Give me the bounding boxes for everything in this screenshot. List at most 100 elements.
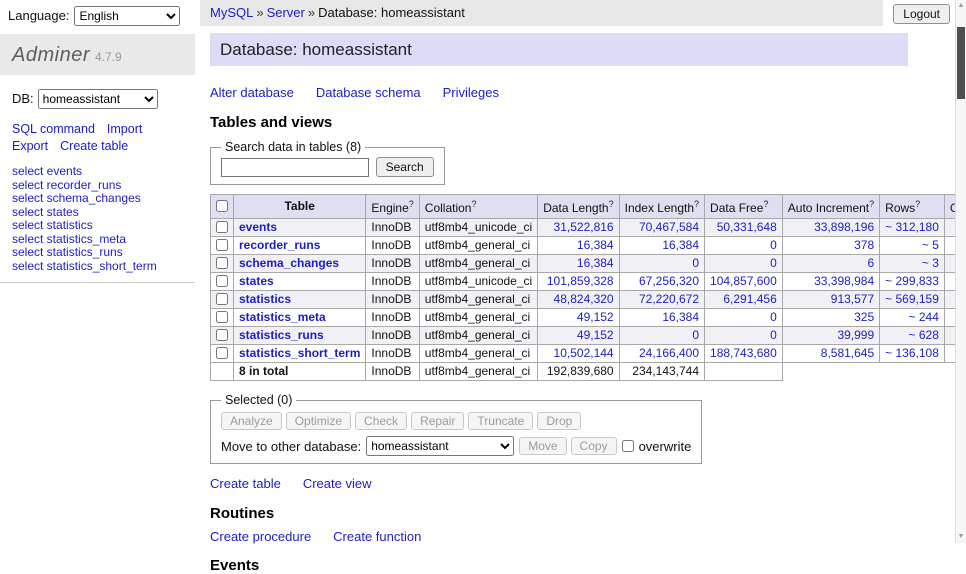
auto-increment-link[interactable]: 33,898,196 xyxy=(782,219,879,237)
sidebar-item-statistics-meta[interactable]: select statistics_meta xyxy=(12,233,183,247)
breadcrumb-mysql-link[interactable]: MySQL xyxy=(210,5,253,20)
data-free-link[interactable]: 104,857,600 xyxy=(705,273,783,291)
sidebar-item-schema-changes[interactable]: select schema_changes xyxy=(12,192,183,206)
rows-link[interactable]: ~ 299,833 xyxy=(880,273,945,291)
table-name-link[interactable]: recorder_runs xyxy=(234,237,366,255)
database-schema-link[interactable]: Database schema xyxy=(316,85,421,100)
data-length-link[interactable]: 10,502,144 xyxy=(538,345,619,363)
search-input[interactable] xyxy=(221,158,369,177)
auto-increment-link[interactable]: 325 xyxy=(782,309,879,327)
row-checkbox[interactable] xyxy=(216,221,228,233)
sidebar-item-states[interactable]: select states xyxy=(12,206,183,220)
rows-link[interactable]: ~ 3 xyxy=(880,255,945,273)
create-table-link[interactable]: Create table xyxy=(60,139,128,153)
auto-increment-link[interactable]: 39,999 xyxy=(782,327,879,345)
rows-link[interactable]: ~ 312,180 xyxy=(880,219,945,237)
data-length-help-link[interactable]: ? xyxy=(609,199,614,209)
create-view-link[interactable]: Create view xyxy=(303,476,372,491)
rows-link[interactable]: ~ 628 xyxy=(880,327,945,345)
data-free-link[interactable]: 0 xyxy=(705,255,783,273)
row-checkbox[interactable] xyxy=(216,239,228,251)
search-button[interactable]: Search xyxy=(376,157,434,177)
scroll-down-arrow[interactable]: ▼ xyxy=(956,531,966,543)
collation-help-link[interactable]: ? xyxy=(471,199,476,209)
data-length-link[interactable]: 31,522,816 xyxy=(538,219,619,237)
index-length-link[interactable]: 0 xyxy=(619,255,704,273)
data-free-link[interactable]: 6,291,456 xyxy=(705,291,783,309)
data-free-link[interactable]: 0 xyxy=(705,309,783,327)
logout-button[interactable]: Logout xyxy=(893,4,950,24)
auto-increment-help-link[interactable]: ? xyxy=(869,199,874,209)
create-table-link-main[interactable]: Create table xyxy=(210,476,281,491)
sidebar-item-recorder-runs[interactable]: select recorder_runs xyxy=(12,179,183,193)
index-length-link[interactable]: 0 xyxy=(619,327,704,345)
auto-increment-link[interactable]: 378 xyxy=(782,237,879,255)
sql-command-link[interactable]: SQL command xyxy=(12,122,95,136)
index-length-help-link[interactable]: ? xyxy=(694,199,699,209)
data-free-link[interactable]: 0 xyxy=(705,327,783,345)
privileges-link[interactable]: Privileges xyxy=(443,85,499,100)
index-length-link[interactable]: 67,256,320 xyxy=(619,273,704,291)
data-length-link[interactable]: 48,824,320 xyxy=(538,291,619,309)
table-name-link[interactable]: events xyxy=(234,219,366,237)
sidebar-item-events[interactable]: select events xyxy=(12,165,183,179)
row-checkbox[interactable] xyxy=(216,257,228,269)
row-checkbox[interactable] xyxy=(216,275,228,287)
data-length-link[interactable]: 49,152 xyxy=(538,327,619,345)
data-free-link[interactable]: 188,743,680 xyxy=(705,345,783,363)
scrollbar[interactable]: ▲ ▼ xyxy=(955,0,966,543)
language-select[interactable]: English xyxy=(74,6,180,26)
auto-increment-link[interactable]: 33,398,984 xyxy=(782,273,879,291)
select-all-checkbox[interactable] xyxy=(216,200,228,212)
data-free-link[interactable]: 50,331,648 xyxy=(705,219,783,237)
index-length-link[interactable]: 72,220,672 xyxy=(619,291,704,309)
index-length-link[interactable]: 70,467,584 xyxy=(619,219,704,237)
move-db-select[interactable]: homeassistant xyxy=(366,436,514,456)
create-procedure-link[interactable]: Create procedure xyxy=(210,529,311,544)
row-checkbox[interactable] xyxy=(216,293,228,305)
rows-link[interactable]: ~ 569,159 xyxy=(880,291,945,309)
engine-help-link[interactable]: ? xyxy=(409,199,414,209)
rows-help-link[interactable]: ? xyxy=(915,199,920,209)
data-length-link[interactable]: 16,384 xyxy=(538,255,619,273)
rows-link[interactable]: ~ 5 xyxy=(880,237,945,255)
tables-table: Table Engine? Collation? Data Length? In… xyxy=(210,194,966,381)
table-name-link[interactable]: states xyxy=(234,273,366,291)
rows-link[interactable]: ~ 136,108 xyxy=(880,345,945,363)
breadcrumb-server-link[interactable]: Server xyxy=(267,5,305,20)
auto-increment-link[interactable]: 8,581,645 xyxy=(782,345,879,363)
row-checkbox[interactable] xyxy=(216,311,228,323)
sidebar-item-statistics-runs[interactable]: select statistics_runs xyxy=(12,246,183,260)
import-link[interactable]: Import xyxy=(107,122,142,136)
data-free-link[interactable]: 0 xyxy=(705,237,783,255)
sidebar-item-statistics[interactable]: select statistics xyxy=(12,219,183,233)
create-function-link[interactable]: Create function xyxy=(333,529,421,544)
table-name-link[interactable]: statistics_runs xyxy=(234,327,366,345)
db-select[interactable]: homeassistant xyxy=(38,89,158,109)
table-name-link[interactable]: schema_changes xyxy=(234,255,366,273)
index-length-link[interactable]: 16,384 xyxy=(619,309,704,327)
sidebar-actions: SQL command Import Export Create table xyxy=(0,109,195,155)
totals-checkbox-cell xyxy=(211,363,234,381)
row-checkbox[interactable] xyxy=(216,347,228,359)
sidebar-item-statistics-short-term[interactable]: select statistics_short_term xyxy=(12,260,183,274)
scrollbar-thumb[interactable] xyxy=(957,27,965,99)
overwrite-checkbox[interactable] xyxy=(622,440,634,452)
table-name-link[interactable]: statistics_short_term xyxy=(234,345,366,363)
table-name-link[interactable]: statistics_meta xyxy=(234,309,366,327)
data-length-link[interactable]: 101,859,328 xyxy=(538,273,619,291)
data-free-help-link[interactable]: ? xyxy=(763,199,768,209)
table-name-link[interactable]: statistics xyxy=(234,291,366,309)
rows-link[interactable]: ~ 244 xyxy=(880,309,945,327)
auto-increment-link[interactable]: 913,577 xyxy=(782,291,879,309)
index-length-link[interactable]: 16,384 xyxy=(619,237,704,255)
index-length-link[interactable]: 24,166,400 xyxy=(619,345,704,363)
scroll-up-arrow[interactable]: ▲ xyxy=(956,0,966,12)
alter-database-link[interactable]: Alter database xyxy=(210,85,294,100)
export-link[interactable]: Export xyxy=(12,139,48,153)
data-length-link[interactable]: 49,152 xyxy=(538,309,619,327)
app-logo-link[interactable]: Adminer xyxy=(12,44,90,66)
data-length-link[interactable]: 16,384 xyxy=(538,237,619,255)
row-checkbox[interactable] xyxy=(216,329,228,341)
auto-increment-link[interactable]: 6 xyxy=(782,255,879,273)
